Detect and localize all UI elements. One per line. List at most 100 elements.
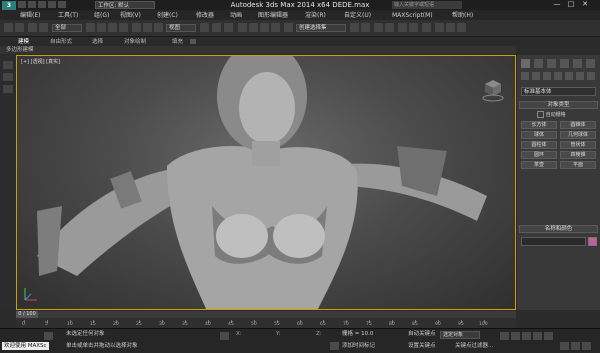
shapes-icon[interactable] xyxy=(532,72,540,80)
tool-icon[interactable] xyxy=(3,73,13,81)
maxscript-listener[interactable]: 欢迎使用 MAXSc xyxy=(2,342,49,350)
tube-button[interactable]: 管状体 xyxy=(560,141,596,149)
coord-y[interactable]: Y: xyxy=(276,330,280,338)
key-filters-button[interactable]: 关键点过滤器... xyxy=(455,342,493,350)
tool-icon[interactable] xyxy=(3,61,13,69)
mirror-icon[interactable] xyxy=(350,23,359,32)
helpers-icon[interactable] xyxy=(565,72,573,80)
sphere-button[interactable]: 球体 xyxy=(521,131,557,139)
render-setup-icon[interactable] xyxy=(435,23,444,32)
spinner-snap-icon[interactable] xyxy=(271,23,280,32)
autogrid-checkbox[interactable]: 自动栅格 xyxy=(537,111,566,118)
edit-named-selection-icon[interactable] xyxy=(284,23,293,32)
pan-icon[interactable] xyxy=(571,342,580,350)
move-icon[interactable] xyxy=(132,23,141,32)
space-warps-icon[interactable] xyxy=(576,72,584,80)
time-tag-icon[interactable] xyxy=(330,342,339,350)
tab-freeform[interactable]: 自由形式 xyxy=(50,38,72,46)
object-name-field[interactable] xyxy=(521,237,586,246)
teapot-button[interactable]: 茶壶 xyxy=(521,161,557,169)
lock-icon[interactable] xyxy=(220,332,229,340)
pivot-icon[interactable] xyxy=(200,23,209,32)
menu-rendering[interactable]: 渲染(R) xyxy=(305,11,326,20)
hierarchy-tab-icon[interactable] xyxy=(547,59,556,68)
new-icon[interactable] xyxy=(18,1,26,8)
menu-customize[interactable]: 自定义(U) xyxy=(344,11,371,20)
tool-icon[interactable] xyxy=(3,85,13,93)
search-input[interactable]: 输入关键字或短语 xyxy=(392,1,462,9)
unlink-icon[interactable] xyxy=(39,23,48,32)
select-manipulate-icon[interactable] xyxy=(212,23,221,32)
checkbox-icon[interactable] xyxy=(537,111,544,118)
redo-icon[interactable] xyxy=(58,1,66,8)
geometry-icon[interactable] xyxy=(521,72,529,80)
prev-frame-icon[interactable] xyxy=(511,332,520,340)
percent-snap-icon[interactable] xyxy=(260,23,269,32)
undo-icon[interactable] xyxy=(48,1,56,8)
scale-icon[interactable] xyxy=(154,23,163,32)
keyboard-shortcut-icon[interactable] xyxy=(224,23,233,32)
workspace-select[interactable]: 工作区: 默认 xyxy=(95,1,155,9)
lights-icon[interactable] xyxy=(543,72,551,80)
coord-z[interactable]: Z: xyxy=(316,330,322,338)
graphite-toggle-icon[interactable] xyxy=(385,23,394,32)
angle-snap-icon[interactable] xyxy=(249,23,258,32)
perspective-viewport[interactable]: [+] [透视] [真实] xyxy=(16,55,516,310)
torus-button[interactable]: 圆环 xyxy=(521,151,557,159)
menu-views[interactable]: 视图(V) xyxy=(120,11,141,20)
selection-filter-select[interactable]: 全部 xyxy=(52,24,82,32)
cameras-icon[interactable] xyxy=(554,72,562,80)
tab-object-paint[interactable]: 对象绘制 xyxy=(124,38,146,46)
layer-manager-icon[interactable] xyxy=(374,23,383,32)
polygon-modeling-label[interactable]: 多边形建模 xyxy=(6,46,34,54)
select-object-icon[interactable] xyxy=(86,23,95,32)
coord-x[interactable]: X: xyxy=(236,330,242,338)
key-mode-select[interactable]: 选定对象 xyxy=(440,331,480,339)
menu-help[interactable]: 帮助(H) xyxy=(452,11,473,20)
rendered-frame-icon[interactable] xyxy=(446,23,455,32)
open-icon[interactable] xyxy=(28,1,36,8)
create-tab-icon[interactable] xyxy=(521,59,530,68)
track-bar[interactable]: 0 5 10 15 20 25 30 35 40 45 50 55 60 65 … xyxy=(16,318,516,328)
menu-maxscript[interactable]: MAXScript(M) xyxy=(392,11,433,20)
time-slider-handle[interactable]: 0 / 100 xyxy=(16,311,38,318)
snap-icon[interactable] xyxy=(238,23,247,32)
name-color-rollout[interactable]: 名称和颜色 xyxy=(519,225,598,233)
cylinder-button[interactable]: 圆柱体 xyxy=(521,141,557,149)
redo-icon[interactable] xyxy=(15,23,24,32)
close-button[interactable]: ✕ xyxy=(578,0,592,9)
link-icon[interactable] xyxy=(28,23,37,32)
utilities-tab-icon[interactable] xyxy=(586,59,595,68)
go-to-end-icon[interactable] xyxy=(544,332,553,340)
minimize-button[interactable]: — xyxy=(550,0,564,9)
menu-modifiers[interactable]: 修改器 xyxy=(196,11,214,20)
undo-icon[interactable] xyxy=(4,23,13,32)
menu-graph-editors[interactable]: 图形编辑器 xyxy=(258,11,288,20)
named-selection-select[interactable]: 创建选择集 xyxy=(296,24,346,32)
maximize-button[interactable]: □ xyxy=(564,0,578,9)
next-frame-icon[interactable] xyxy=(533,332,542,340)
reference-coordinate-select[interactable]: 视图 xyxy=(166,24,196,32)
plane-button[interactable]: 平面 xyxy=(560,161,596,169)
primitive-category-select[interactable]: 标准基本体 xyxy=(521,87,596,96)
add-time-tag[interactable]: 添加时间标记 xyxy=(342,342,375,350)
systems-icon[interactable] xyxy=(587,72,595,80)
menu-edit[interactable]: 编辑(E) xyxy=(20,11,40,20)
display-tab-icon[interactable] xyxy=(573,59,582,68)
modify-tab-icon[interactable] xyxy=(534,59,543,68)
select-by-name-icon[interactable] xyxy=(97,23,106,32)
app-logo-icon[interactable]: 3 xyxy=(2,1,16,10)
tab-modeling[interactable]: 建模 xyxy=(18,38,29,46)
play-icon[interactable] xyxy=(522,332,531,340)
curve-editor-icon[interactable] xyxy=(398,23,407,32)
window-crossing-icon[interactable] xyxy=(119,23,128,32)
go-to-start-icon[interactable] xyxy=(500,332,509,340)
render-icon[interactable] xyxy=(457,23,466,32)
menu-tools[interactable]: 工具(T) xyxy=(58,11,78,20)
zoom-icon[interactable] xyxy=(560,342,569,350)
rotate-icon[interactable] xyxy=(143,23,152,32)
menu-create[interactable]: 创建(C) xyxy=(157,11,178,20)
tab-populate[interactable]: 填充 xyxy=(172,38,183,46)
motion-tab-icon[interactable] xyxy=(560,59,569,68)
material-editor-icon[interactable] xyxy=(422,23,431,32)
